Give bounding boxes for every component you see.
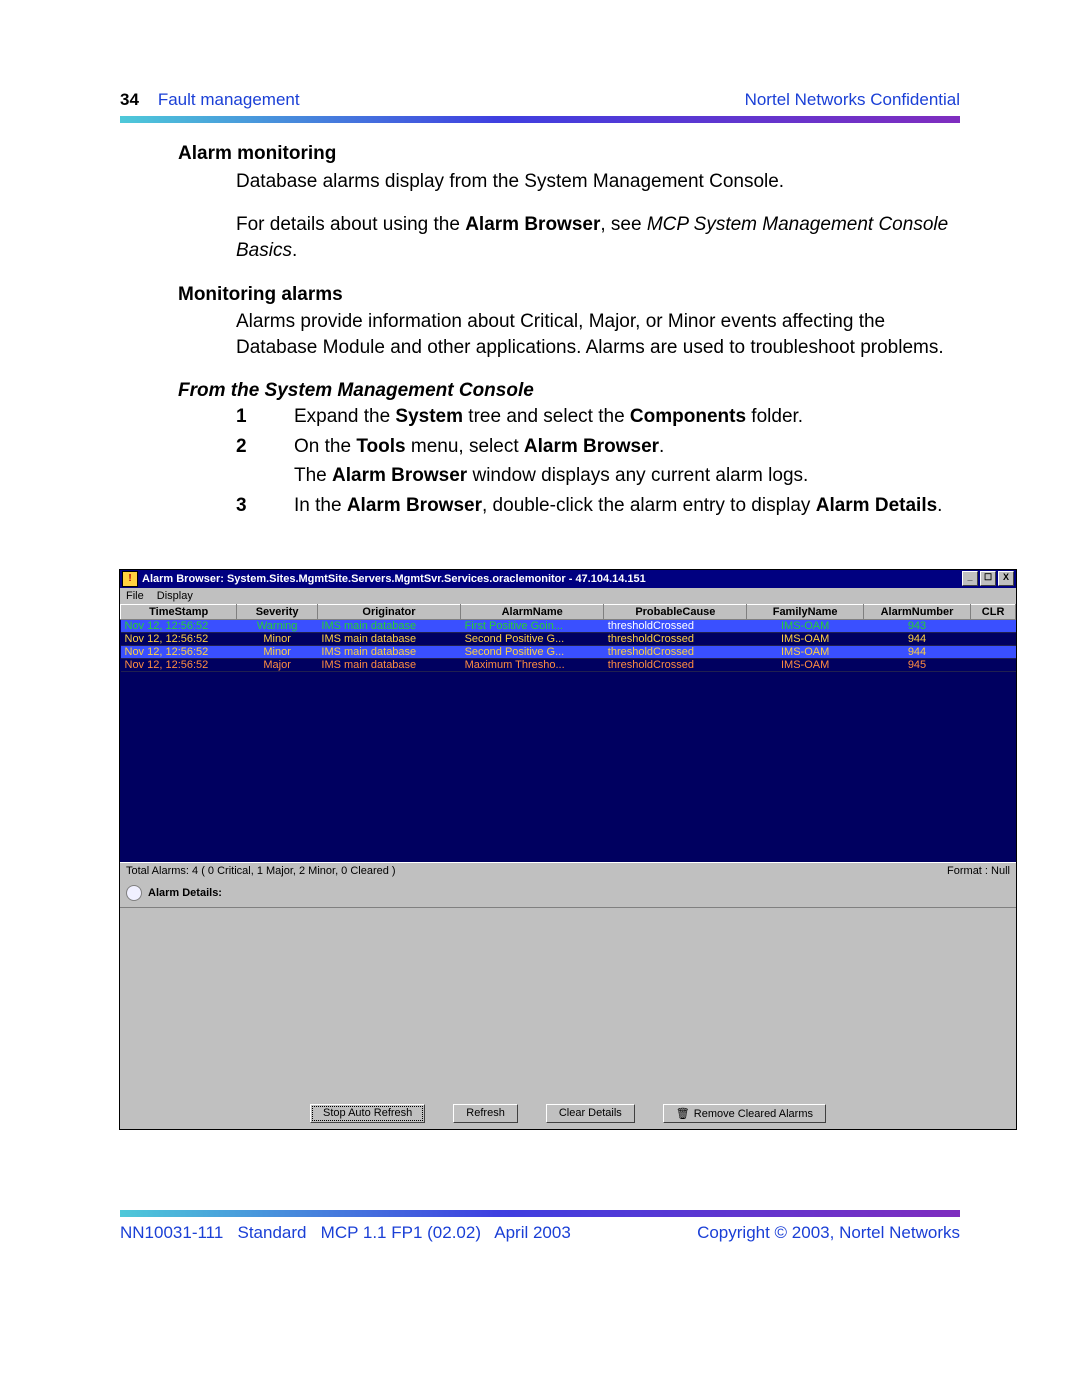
col-timestamp[interactable]: TimeStamp <box>121 604 237 619</box>
table-row[interactable]: Nov 12, 12:56:52MinorIMS main databaseSe… <box>121 632 1016 645</box>
status-format: Format : Null <box>947 865 1010 877</box>
heading-alarm-monitoring: Alarm monitoring <box>178 141 960 167</box>
header-gradient-bar <box>120 116 960 123</box>
col-alarmnumber[interactable]: AlarmNumber <box>863 604 970 619</box>
alarm-table[interactable]: TimeStamp Severity Originator AlarmName … <box>120 604 1016 672</box>
menu-file[interactable]: File <box>126 590 144 602</box>
footer-version: MCP 1.1 FP1 (02.02) <box>321 1223 481 1242</box>
col-alarmname[interactable]: AlarmName <box>461 604 604 619</box>
footer-date: April 2003 <box>494 1223 571 1242</box>
footer-standard: Standard <box>238 1223 307 1242</box>
menu-display[interactable]: Display <box>157 590 193 602</box>
title-bar[interactable]: ! Alarm Browser: System.Sites.MgmtSite.S… <box>120 570 1016 588</box>
col-clr[interactable]: CLR <box>971 604 1016 619</box>
window-title: Alarm Browser: System.Sites.MgmtSite.Ser… <box>142 573 646 585</box>
magnifier-icon <box>126 885 142 901</box>
table-row[interactable]: Nov 12, 12:56:52MinorIMS main databaseSe… <box>121 645 1016 658</box>
step-2-sub: The Alarm Browser window displays any cu… <box>236 463 960 489</box>
alarm-details-header: Alarm Details: <box>120 879 1016 907</box>
table-empty-area <box>120 672 1016 862</box>
maximize-button[interactable]: ☐ <box>980 571 996 586</box>
minimize-button[interactable]: _ <box>962 571 978 586</box>
step-3: 3 In the Alarm Browser, double-click the… <box>236 493 960 519</box>
alarm-details-label: Alarm Details: <box>148 887 222 899</box>
trash-icon: 🗑 <box>676 1108 690 1120</box>
para-db-alarms: Database alarms display from the System … <box>178 169 960 195</box>
col-originator[interactable]: Originator <box>317 604 460 619</box>
step-1: 1 Expand the System tree and select the … <box>236 404 960 430</box>
table-row[interactable]: Nov 12, 12:56:52MajorIMS main databaseMa… <box>121 658 1016 671</box>
col-familyname[interactable]: FamilyName <box>747 604 863 619</box>
footer-copyright: Copyright © 2003, Nortel Networks <box>697 1223 960 1243</box>
menu-bar: File Display <box>120 588 1016 604</box>
heading-monitoring-alarms: Monitoring alarms <box>178 282 960 308</box>
heading-from-smc: From the System Management Console <box>178 378 960 404</box>
alarm-browser-window: ! Alarm Browser: System.Sites.MgmtSite.S… <box>119 569 1017 1130</box>
page-number: 34 <box>120 90 139 109</box>
section-name: Fault management <box>158 90 300 109</box>
status-total: Total Alarms: 4 ( 0 Critical, 1 Major, 2… <box>126 865 396 877</box>
stop-auto-refresh-button[interactable]: Stop Auto Refresh <box>310 1104 425 1123</box>
refresh-button[interactable]: Refresh <box>453 1104 518 1123</box>
col-severity[interactable]: Severity <box>237 604 318 619</box>
close-button[interactable]: X <box>998 571 1014 586</box>
page-header: 34 Fault management Nortel Networks Conf… <box>120 90 960 110</box>
remove-cleared-alarms-button[interactable]: 🗑Remove Cleared Alarms <box>663 1104 826 1123</box>
step-2: 2 On the Tools menu, select Alarm Browse… <box>236 434 960 460</box>
footer-docnum: NN10031-111 <box>120 1223 223 1242</box>
page-footer: NN10031-111 Standard MCP 1.1 FP1 (02.02)… <box>120 1223 960 1243</box>
button-bar: Stop Auto Refresh Refresh Clear Details … <box>120 1098 1016 1129</box>
confidential-label: Nortel Networks Confidential <box>745 90 960 110</box>
table-row[interactable]: Nov 12, 12:56:52WarningIMS main database… <box>121 619 1016 632</box>
para-alarms-info: Alarms provide information about Critica… <box>178 309 960 360</box>
para-details: For details about using the Alarm Browse… <box>178 212 960 263</box>
footer-gradient-bar <box>120 1210 960 1217</box>
clear-details-button[interactable]: Clear Details <box>546 1104 635 1123</box>
col-probablecause[interactable]: ProbableCause <box>604 604 747 619</box>
status-bar: Total Alarms: 4 ( 0 Critical, 1 Major, 2… <box>120 862 1016 879</box>
app-icon: ! <box>122 571 138 587</box>
alarm-details-area <box>120 907 1016 1098</box>
